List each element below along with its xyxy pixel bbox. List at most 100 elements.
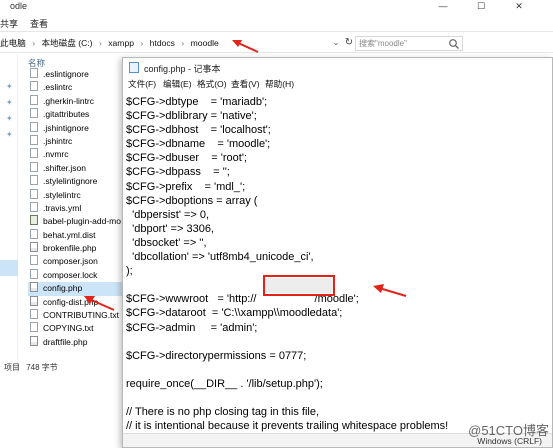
list-item[interactable]: .gherkin-lintrc [28, 94, 128, 108]
menu-format[interactable]: 格式(O) [197, 78, 227, 90]
list-item[interactable]: .shifter.json [28, 161, 128, 175]
breadcrumb-htdocs[interactable]: htdocs [150, 38, 175, 48]
file-icon [30, 81, 38, 92]
file-icon [30, 255, 38, 266]
breadcrumb-this-pc[interactable]: 此电脑 [0, 38, 26, 48]
file-icon [30, 161, 38, 172]
status-items: 项目 [4, 363, 20, 372]
list-item[interactable]: .eslintrc [28, 81, 128, 94]
list-item[interactable]: .stylelintrc [28, 188, 128, 202]
code-line: $CFG->dbuser = 'root'; [126, 152, 247, 165]
list-item[interactable]: .stylelintignore [28, 175, 128, 188]
refresh-icon[interactable]: ↻ [342, 35, 356, 51]
nav-item-selected[interactable] [0, 260, 18, 276]
list-item[interactable]: .gitattributes [28, 108, 128, 121]
file-icon [30, 242, 38, 253]
annotation-arrow-icon [373, 284, 407, 297]
annotation-arrow-icon [84, 296, 115, 311]
highlight-box [263, 275, 335, 296]
code-line: // There is no php closing tag in this f… [126, 406, 320, 419]
list-item[interactable]: composer.lock [28, 268, 128, 282]
file-icon [30, 309, 38, 320]
notepad-title: config.php - 记事本 [144, 64, 221, 74]
minimize-button[interactable]: — [430, 0, 456, 14]
file-icon [30, 295, 38, 306]
file-icon [30, 148, 38, 159]
annotation-arrow-icon [232, 40, 259, 53]
menu-file[interactable]: 文件(F) [128, 78, 156, 90]
notepad-text-area[interactable]: $CFG->dbtype = 'mariadb'; $CFG->dblibrar… [126, 95, 546, 432]
code-line: 'dbcollation' => 'utf8mb4_unicode_ci', [126, 251, 314, 264]
code-line: 'dbpersist' => 0, [126, 208, 210, 221]
notepad-titlebar: config.php - 记事本 [123, 58, 552, 76]
code-line: $CFG->dbname = 'moodle'; [126, 138, 271, 151]
pin-icon[interactable]: ✦ [6, 98, 14, 107]
breadcrumb-separator: › [181, 38, 185, 48]
breadcrumb-separator: › [98, 38, 102, 48]
address-bar[interactable]: 此电脑 › 本地磁盘 (C:) › xampp › htdocs › moodl… [0, 33, 553, 53]
file-icon [30, 282, 38, 293]
breadcrumb-xampp[interactable]: xampp [108, 38, 134, 48]
code-line: $CFG->dbhost = 'localhost'; [126, 124, 271, 137]
list-item[interactable]: behat.yml.dist [28, 228, 128, 242]
code-line: require_once(__DIR__ . '/lib/setup.php')… [126, 377, 323, 390]
explorer-title: odle [10, 1, 28, 11]
list-item[interactable]: composer.json [28, 255, 128, 268]
menu-edit[interactable]: 编辑(E) [163, 78, 192, 90]
search-input[interactable]: 搜索"moodle" [355, 36, 463, 51]
file-icon [30, 94, 38, 105]
file-icon [30, 268, 38, 279]
list-item[interactable]: babel-plugin-add-mo [28, 215, 128, 228]
code-line: $CFG->directorypermissions = 0777; [126, 349, 307, 362]
breadcrumb-moodle[interactable]: moodle [191, 38, 219, 48]
code-line: $CFG->dbpass = ''; [126, 166, 230, 179]
code-line: $CFG->admin = 'admin'; [126, 321, 258, 334]
list-item[interactable]: brokenfile.php [28, 242, 128, 255]
list-item[interactable]: .jshintignore [28, 121, 128, 135]
pin-icon[interactable]: ✦ [6, 130, 14, 139]
file-icon [30, 108, 38, 119]
breadcrumb: 此电脑 › 本地磁盘 (C:) › xampp › htdocs › moodl… [0, 36, 345, 50]
file-icon [30, 201, 38, 212]
menu-help[interactable]: 帮助(H) [265, 78, 294, 90]
explorer-titlebar: odle — ☐ ✕ [0, 0, 553, 14]
breadcrumb-local-disk[interactable]: 本地磁盘 (C:) [41, 38, 92, 48]
menu-view[interactable]: 查看(V) [231, 78, 260, 90]
code-line: $CFG->dboptions = array ( [126, 194, 258, 207]
code-line: ); [126, 265, 133, 278]
notepad-menubar: 文件(F) 编辑(E) 格式(O) 查看(V) 帮助(H) [123, 76, 552, 90]
code-line: $CFG->dblibrary = 'native'; [126, 110, 257, 123]
pin-icon[interactable]: ✦ [6, 82, 14, 91]
list-item[interactable]: .jshintrc [28, 134, 128, 148]
file-icon [30, 215, 38, 226]
code-line: $CFG->dbtype = 'mariadb'; [126, 96, 268, 108]
file-icon [30, 68, 38, 78]
list-item[interactable]: draftfile.php [28, 335, 128, 349]
list-item[interactable]: COPYING.txt [28, 322, 128, 335]
breadcrumb-separator: › [32, 38, 36, 48]
code-line: 'dbsocket' => '', [126, 236, 207, 249]
explorer-status-bar: 项目 748 字节 [0, 362, 125, 374]
code-line: $CFG->wwwroot = 'http:// /moodle'; [126, 293, 359, 306]
status-size: 748 字节 [26, 363, 58, 372]
tab-view[interactable]: 查看 [30, 17, 48, 30]
maximize-button[interactable]: ☐ [468, 0, 494, 14]
close-button[interactable]: ✕ [506, 0, 532, 14]
search-icon [449, 39, 459, 49]
tab-share[interactable]: 共享 [0, 17, 18, 30]
search-placeholder: 搜索"moodle" [359, 39, 407, 48]
list-item[interactable]: .travis.yml [28, 201, 128, 215]
chevron-down-icon[interactable]: ⌄ [330, 36, 342, 50]
list-item[interactable]: .eslintignore [28, 68, 128, 81]
notepad-app-icon [129, 62, 139, 73]
file-icon [30, 188, 38, 199]
file-icon [30, 322, 38, 333]
code-line: 'dbport' => 3306, [126, 222, 214, 235]
file-icon [30, 228, 38, 239]
list-item[interactable]: .nvmrc [28, 148, 128, 161]
breadcrumb-separator: › [140, 38, 144, 48]
pin-icon[interactable]: ✦ [6, 114, 14, 123]
